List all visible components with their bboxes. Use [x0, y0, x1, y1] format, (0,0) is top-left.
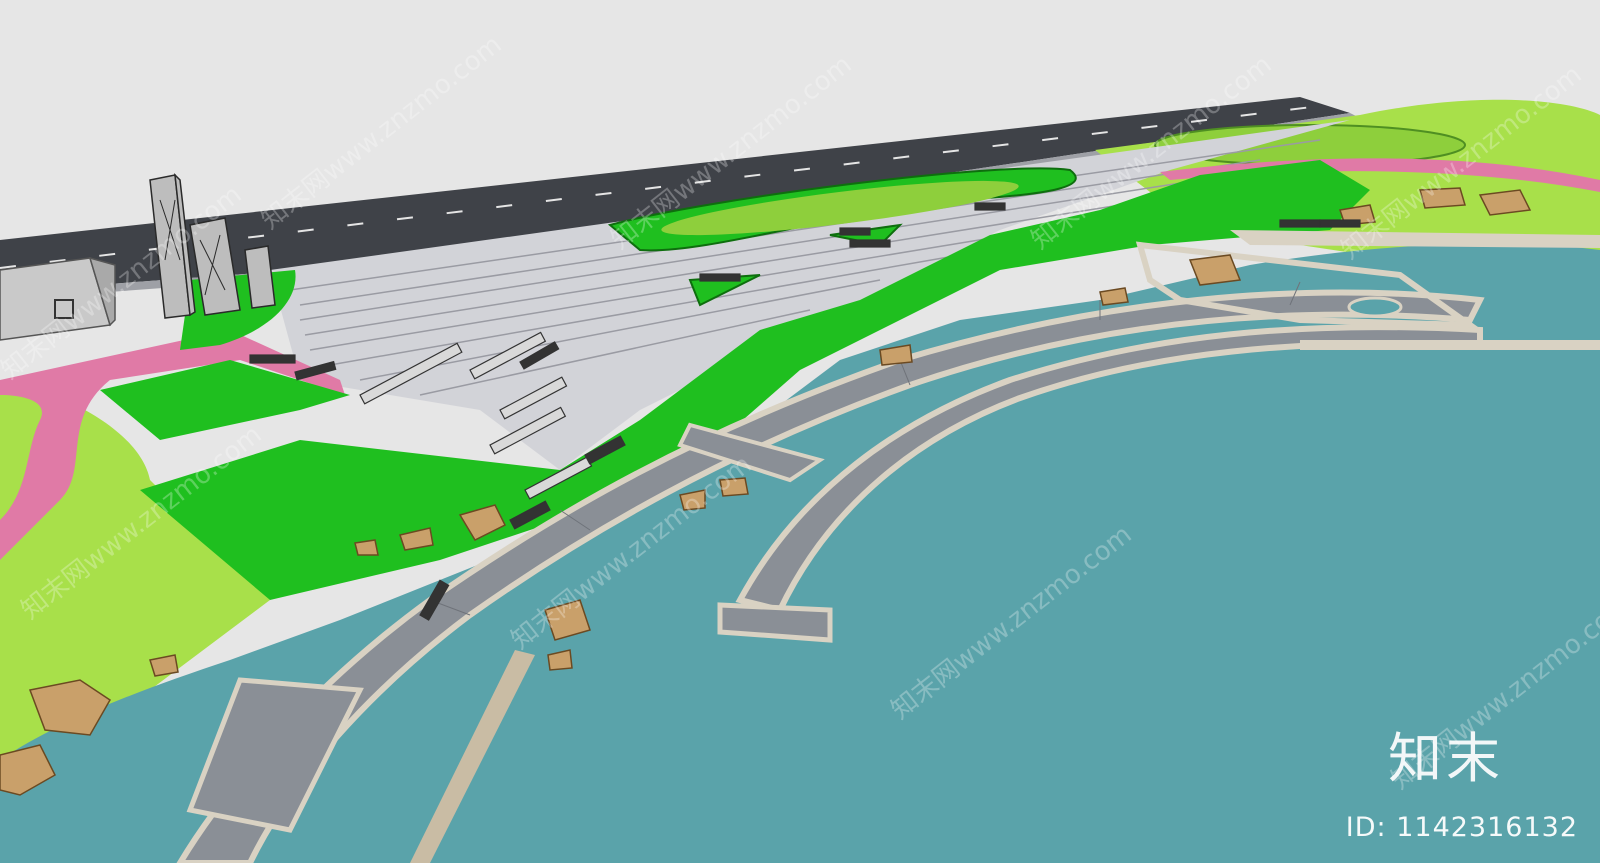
floating-deck: [1300, 340, 1600, 350]
watermark-id: ID: 1142316132: [1345, 812, 1578, 843]
model-viewport: 知末网www.znzmo.com 知末网www.znzmo.com 知末网www.z…: [0, 0, 1600, 863]
pier-end-platform: [717, 602, 833, 643]
landscape-model-render: 知末网www.znzmo.com知末网www.znzmo.com 知末网www.z…: [0, 0, 1600, 863]
watermark-logo: 知末: [1388, 727, 1504, 790]
jetty-ring: [1347, 296, 1403, 318]
